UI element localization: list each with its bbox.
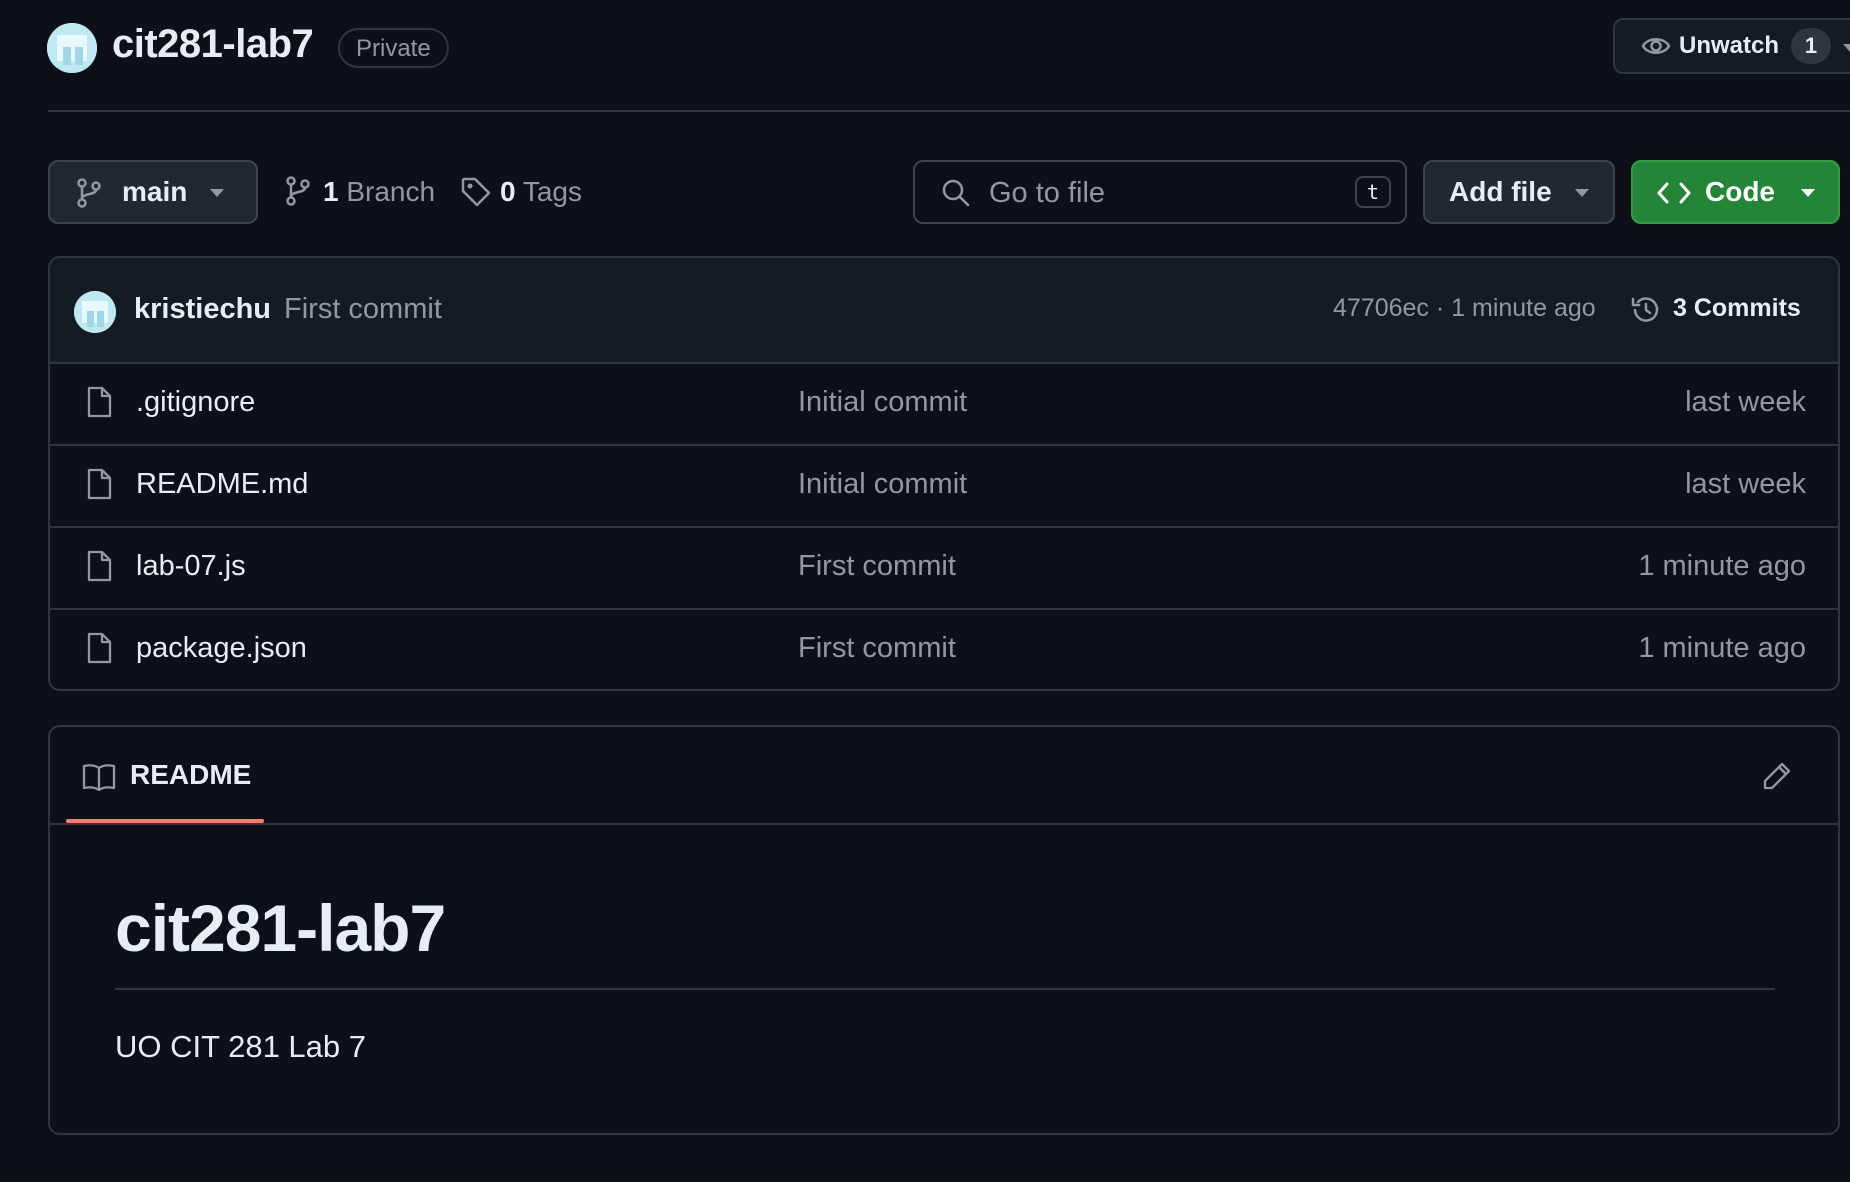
pencil-icon[interactable] (1762, 761, 1792, 791)
file-row[interactable]: .gitignore Initial commit last week (50, 364, 1838, 446)
file-commit-message[interactable]: Initial commit (798, 468, 967, 501)
file-icon (86, 468, 112, 500)
author-avatar[interactable] (74, 291, 116, 333)
watch-count: 1 (1791, 28, 1831, 64)
header-divider (48, 110, 1850, 112)
visibility-badge: Private (338, 28, 449, 68)
commits-link[interactable]: 3 Commits (1673, 294, 1801, 323)
file-name[interactable]: package.json (136, 632, 307, 665)
file-commit-message[interactable]: First commit (798, 632, 956, 665)
search-placeholder: Go to file (989, 177, 1106, 209)
keyboard-shortcut: t (1355, 176, 1391, 208)
branch-label: Branch (346, 176, 436, 207)
readme-body: UO CIT 281 Lab 7 (115, 1029, 367, 1064)
file-browser: kristiechu First commit 47706ec · 1 minu… (48, 256, 1840, 691)
file-commit-time: last week (1685, 386, 1806, 418)
file-icon (86, 550, 112, 582)
repo-title[interactable]: cit281-lab7 (112, 22, 314, 67)
book-icon (82, 763, 116, 791)
code-label: Code (1705, 176, 1775, 207)
active-tab-indicator (66, 819, 264, 823)
file-icon (86, 632, 112, 664)
chevron-down-icon[interactable] (1843, 44, 1850, 52)
file-row[interactable]: package.json First commit 1 minute ago (50, 610, 1838, 689)
tag-label: Tags (522, 176, 583, 207)
branch-selector[interactable]: main (48, 160, 258, 224)
file-name[interactable]: .gitignore (136, 386, 255, 419)
chevron-down-icon (1801, 189, 1815, 197)
readme-tab[interactable]: README (130, 759, 251, 791)
commit-hash-time[interactable]: 47706ec · 1 minute ago (1333, 294, 1596, 323)
eye-icon (1641, 34, 1671, 58)
tag-count: 0 (500, 176, 516, 207)
readme-divider (115, 988, 1775, 990)
readme-panel: README cit281-lab7 UO CIT 281 Lab 7 (48, 725, 1840, 1135)
file-icon (86, 386, 112, 418)
branch-icon (285, 176, 311, 206)
repo-owner-avatar[interactable] (47, 23, 97, 73)
unwatch-label: Unwatch (1679, 32, 1780, 59)
branch-name: main (122, 176, 188, 207)
readme-heading: cit281-lab7 (115, 891, 446, 965)
chevron-down-icon (210, 189, 224, 197)
file-commit-message[interactable]: First commit (798, 550, 956, 583)
commit-author[interactable]: kristiechu (134, 293, 271, 326)
file-name[interactable]: lab-07.js (136, 550, 246, 583)
file-commit-time: last week (1685, 468, 1806, 500)
file-commit-time: 1 minute ago (1638, 632, 1806, 664)
latest-commit-bar: kristiechu First commit 47706ec · 1 minu… (50, 258, 1838, 364)
file-name[interactable]: README.md (136, 468, 308, 501)
unwatch-button[interactable]: Unwatch 1 (1613, 18, 1850, 74)
file-commit-message[interactable]: Initial commit (798, 386, 967, 419)
code-icon (1657, 180, 1691, 206)
chevron-down-icon (1575, 189, 1589, 197)
commit-message[interactable]: First commit (284, 293, 442, 326)
go-to-file-input[interactable]: Go to file t (913, 160, 1407, 224)
file-row[interactable]: README.md Initial commit last week (50, 446, 1838, 528)
tag-icon (460, 176, 492, 208)
file-commit-time: 1 minute ago (1638, 550, 1806, 582)
file-row[interactable]: lab-07.js First commit 1 minute ago (50, 528, 1838, 610)
add-file-label: Add file (1449, 176, 1552, 207)
add-file-button[interactable]: Add file (1423, 160, 1615, 224)
readme-header: README (50, 727, 1838, 825)
branches-link[interactable]: 1 Branch (323, 176, 435, 208)
tags-link[interactable]: 0 Tags (500, 176, 582, 208)
history-icon (1630, 294, 1662, 326)
code-button[interactable]: Code (1631, 160, 1840, 224)
search-icon (941, 178, 971, 208)
branch-icon (76, 178, 102, 208)
branch-count: 1 (323, 176, 339, 207)
